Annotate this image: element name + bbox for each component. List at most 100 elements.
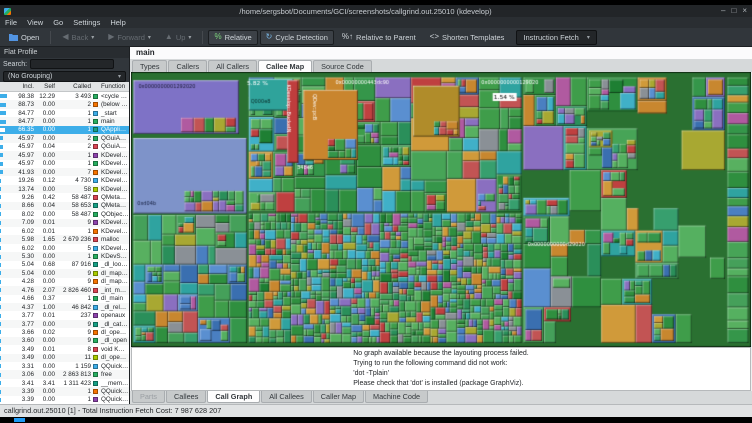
relative-to-parent-toggle[interactable]: %↑ Relative to Parent (336, 30, 422, 45)
table-row[interactable]: 3.490.0011dl_open_w... (0, 353, 129, 362)
table-row[interactable]: 3.77 0.01 237 openaux (0, 311, 129, 319)
titlebar[interactable]: /home/sergsbot/Documents/GCI/screenshots… (0, 5, 752, 17)
statusbar: callgrind.out.25010 [1] - Total Instruct… (0, 404, 752, 417)
callee-map[interactable] (131, 72, 751, 347)
forward-button[interactable]: ▶ Forward ▾ (102, 30, 157, 45)
tab-call-graph[interactable]: Call Graph (207, 391, 261, 403)
table-row[interactable]: 45.970.002QGuiApplic... (0, 134, 129, 143)
table-row[interactable]: 3.310.001 159QQuickWid... (0, 362, 129, 370)
minimize-button[interactable]: – (721, 6, 725, 16)
cost-bar (0, 203, 9, 208)
function-icon (91, 321, 100, 327)
table-row[interactable]: 3.60 0.00 9 _dl_open (0, 336, 129, 346)
close-button[interactable]: × (742, 6, 747, 16)
table-row[interactable]: 5.300.001KDevSplas... (0, 252, 129, 261)
tab-parts[interactable]: Parts (132, 391, 166, 403)
tab-all-callers[interactable]: All Callers (208, 60, 258, 72)
menu-file[interactable]: File (0, 18, 22, 27)
tab-callers[interactable]: Callers (168, 60, 208, 72)
table-row[interactable]: 6.020.005KDevelop:... (0, 244, 129, 252)
table-row[interactable]: 4.762.072 826 460_int_malloc (0, 286, 129, 295)
table-row[interactable]: 5.040.009dl_map_ob... (0, 269, 129, 278)
table-header[interactable]: Incl. Self Called Function (0, 82, 129, 92)
function-name: dl_map_ob... (101, 269, 129, 277)
table-row[interactable]: 3.770.009_dl_catch_... (0, 319, 129, 329)
cost-bar (0, 94, 9, 99)
table-row[interactable]: 3.390.001QQuickVie... (0, 396, 129, 404)
search-input[interactable] (30, 59, 115, 69)
table-row[interactable]: 13.740.0058KDevelop:... (0, 184, 129, 194)
tab-all-callees[interactable]: All Callees (261, 391, 312, 403)
percent-icon: % (214, 32, 222, 41)
table-row[interactable]: 7.090.019KDevelop:... (0, 218, 129, 227)
function-icon (91, 338, 100, 344)
table-row[interactable]: 45.970.001KDevelop:... (0, 151, 129, 160)
table-row[interactable]: 84.77 0.00 1 _start (0, 109, 129, 117)
toolbar-separator (202, 30, 204, 44)
tab-types[interactable]: Types (132, 60, 168, 72)
column-called[interactable]: Called (55, 83, 91, 90)
table-row[interactable]: 5.98 1.65 2 679 236 malloc (0, 235, 129, 244)
up-button[interactable]: ▲ Up ▾ (159, 30, 198, 45)
status-text: callgrind.out.25010 [1] - Total Instruct… (4, 406, 222, 415)
cost-bar (0, 347, 9, 352)
relative-toggle[interactable]: % Relative (208, 29, 258, 45)
menu-go[interactable]: Go (48, 18, 68, 27)
function-icon (91, 363, 100, 369)
table-row[interactable]: 45.970.001KDevelop:... (0, 160, 129, 168)
shorten-templates-toggle[interactable]: <> Shorten Templates (424, 30, 511, 45)
table-row[interactable]: 3.06 0.00 2 863 813 free (0, 370, 129, 379)
cost-bar (0, 102, 9, 107)
table-row[interactable]: 3.413.411 311 423__memcpy... (0, 379, 129, 387)
grouping-select[interactable]: (No Grouping) ▾ (3, 70, 126, 82)
table-row[interactable]: 3.490.018void KDeve... (0, 345, 129, 353)
table-row[interactable]: 3.390.001QQuickVie... (0, 387, 129, 396)
function-name: QMetaObje... (101, 193, 129, 201)
table-row[interactable]: 4.371.0046 842_dl_relocat... (0, 302, 129, 312)
table-row[interactable]: 41.930.007KDevelop:... (0, 167, 129, 177)
table-row[interactable]: 3.660.029dl_open_w... (0, 328, 129, 336)
table-row[interactable]: 9.260.4258 487QMetaObje... (0, 193, 129, 201)
table-row[interactable]: 19.260.124 730KDevelop:... (0, 176, 129, 184)
table-row[interactable]: 66.350.001QApplicati... (0, 125, 129, 135)
column-function[interactable]: Function (91, 83, 129, 90)
table-row[interactable]: 8.020.0058 487QObject::e... (0, 210, 129, 218)
tab-source-code[interactable]: Source Code (313, 60, 372, 72)
menu-help[interactable]: Help (105, 18, 130, 27)
tab-callee-map[interactable]: Callee Map (258, 60, 313, 72)
tab-callees[interactable]: Callees (166, 391, 207, 403)
dock-title[interactable]: Flat Profile (0, 47, 129, 58)
cycle-detection-toggle[interactable]: ↻ Cycle Detection (259, 29, 334, 45)
table-row[interactable]: 45.970.042QGuiApplic... (0, 143, 129, 151)
tab-machine-code[interactable]: Machine Code (365, 391, 429, 403)
menu-view[interactable]: View (22, 18, 48, 27)
function-name: KDevelop:... (101, 151, 129, 159)
open-button[interactable]: Open (3, 30, 45, 45)
function-name: main (101, 118, 115, 126)
table-row[interactable]: 8.660.0458 653QMetaObje... (0, 201, 129, 211)
table-row[interactable]: 98.38 12.29 3 493 <cycle 42> (0, 92, 129, 100)
tab-caller-map[interactable]: Caller Map (312, 391, 365, 403)
event-type-select[interactable]: Instruction Fetch ▾ (516, 29, 597, 45)
table-row[interactable]: 4.280.009dl_map_ob... (0, 278, 129, 286)
cost-bar (0, 330, 9, 335)
menu-settings[interactable]: Settings (68, 18, 105, 27)
back-button[interactable]: ◀ Back ▾ (56, 30, 100, 45)
function-icon (91, 262, 100, 268)
bottom-tabbar: Parts Callees Call Graph All Callees Caller … (130, 391, 752, 404)
table-row[interactable]: 84.77 0.00 1 main (0, 117, 129, 126)
table-row[interactable]: 4.66 0.37 1 dl_main (0, 295, 129, 303)
column-incl[interactable]: Incl. (0, 83, 34, 90)
cost-bar (0, 220, 9, 225)
column-self[interactable]: Self (34, 83, 55, 90)
maximize-button[interactable]: □ (731, 6, 736, 16)
table-row[interactable]: 5.040.6887 916_dl_lookup... (0, 261, 129, 269)
function-icon (91, 220, 100, 226)
table-row[interactable]: 6.020.011KDevelop:... (0, 227, 129, 235)
function-name: QMetaObje... (101, 202, 129, 210)
function-icon (91, 287, 100, 293)
function-icon (91, 110, 100, 116)
table-row[interactable]: 88.730.002(below main) (0, 100, 129, 109)
function-icon (91, 161, 100, 167)
flat-profile-dock: Flat Profile Search: (No Grouping) ▾ Inc… (0, 47, 130, 404)
